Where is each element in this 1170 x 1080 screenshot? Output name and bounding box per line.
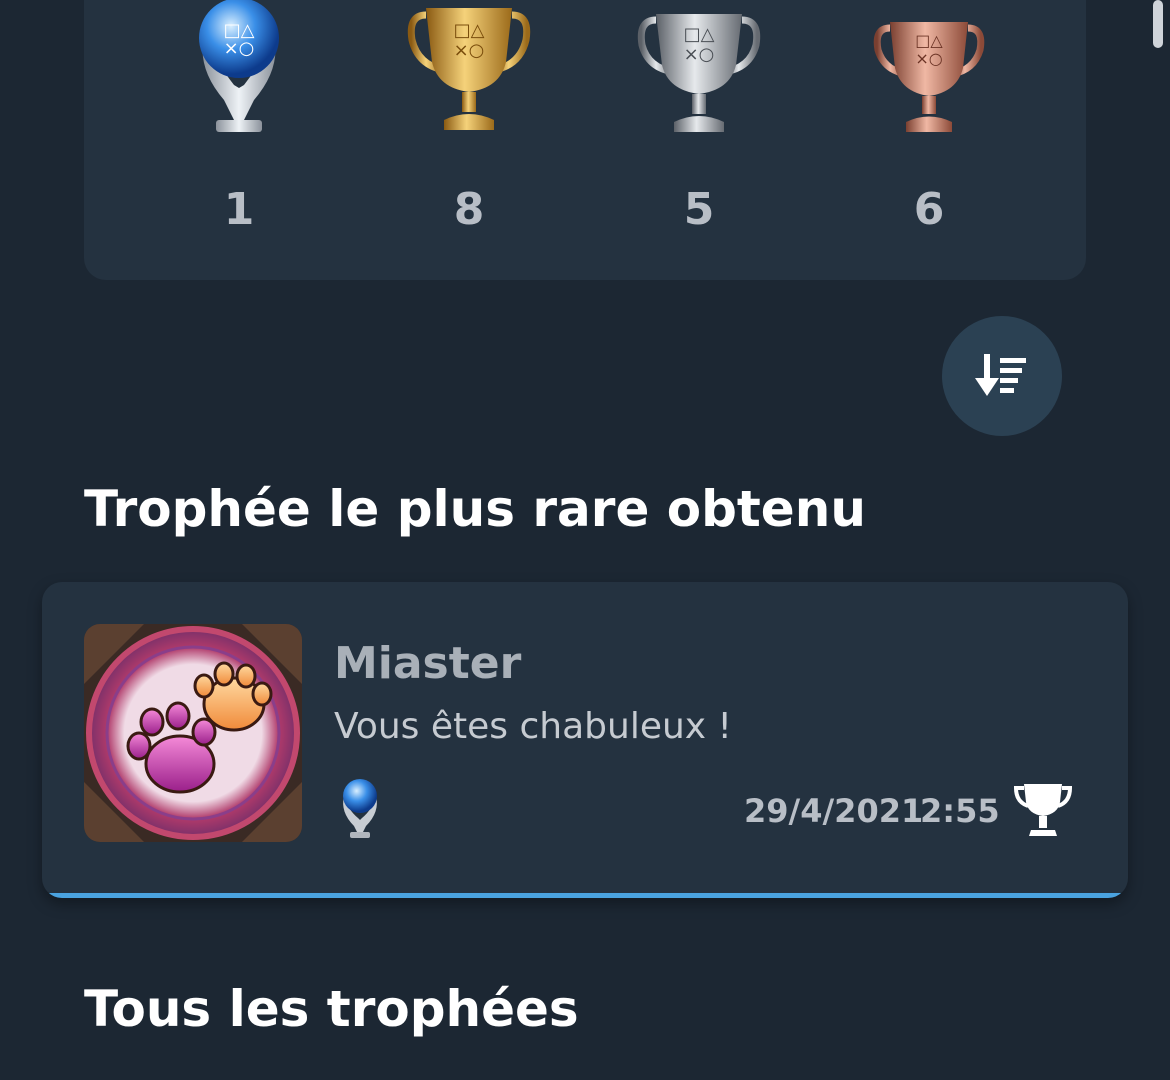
svg-text:□△: □△ <box>454 20 485 41</box>
svg-text:□△: □△ <box>684 24 715 45</box>
trophy-artwork <box>84 624 302 842</box>
platinum-trophy-icon: □△ ×○ <box>199 0 279 132</box>
rarest-trophy-card[interactable]: Miaster Vous êtes chabuleux ! 29/4/2021 … <box>42 582 1128 898</box>
svg-text:×○: ×○ <box>224 38 255 59</box>
silver-summary: □△ ×○ 5 <box>619 0 779 232</box>
trophy-grade <box>338 772 382 844</box>
bronze-count: 6 <box>913 184 945 235</box>
trophy-summary-card: □△ ×○ 1 □△ ×○ 8 □△ ×○ 5 □△ ×○ 6 <box>84 0 1086 280</box>
svg-text:×○: ×○ <box>454 40 485 61</box>
earned-date: 29/4/2021 <box>744 792 924 830</box>
rarest-trophy-title: Trophée le plus rare obtenu <box>84 480 866 538</box>
earned-time: 2:55 <box>920 792 1000 830</box>
svg-text:×○: ×○ <box>915 49 942 68</box>
platinum-trophy-small-icon <box>343 779 377 838</box>
bronze-summary: □△ ×○ 6 <box>849 0 1009 232</box>
bronze-trophy-icon: □△ ×○ <box>873 22 985 132</box>
svg-text:×○: ×○ <box>684 44 715 65</box>
trophy-description: Vous êtes chabuleux ! <box>334 706 732 747</box>
all-trophies-title: Tous les trophées <box>84 980 579 1038</box>
paw-print-icon <box>84 624 302 842</box>
platinum-summary: □△ ×○ 1 <box>159 0 319 232</box>
sort-button[interactable] <box>942 316 1062 436</box>
gold-trophy-icon: □△ ×○ <box>407 8 531 130</box>
silver-trophy-icon: □△ ×○ <box>637 14 761 132</box>
sort-descending-icon <box>975 354 1026 396</box>
platinum-count: 1 <box>223 184 255 235</box>
scrollbar[interactable] <box>1153 0 1163 48</box>
gold-count: 8 <box>453 184 485 235</box>
silver-count: 5 <box>683 184 715 235</box>
card-accent-bar <box>42 893 1128 898</box>
gold-summary: □△ ×○ 8 <box>389 0 549 232</box>
trophy-earned-icon <box>1013 778 1073 842</box>
svg-text:□△: □△ <box>915 31 943 50</box>
trophy-name: Miaster <box>334 638 522 689</box>
